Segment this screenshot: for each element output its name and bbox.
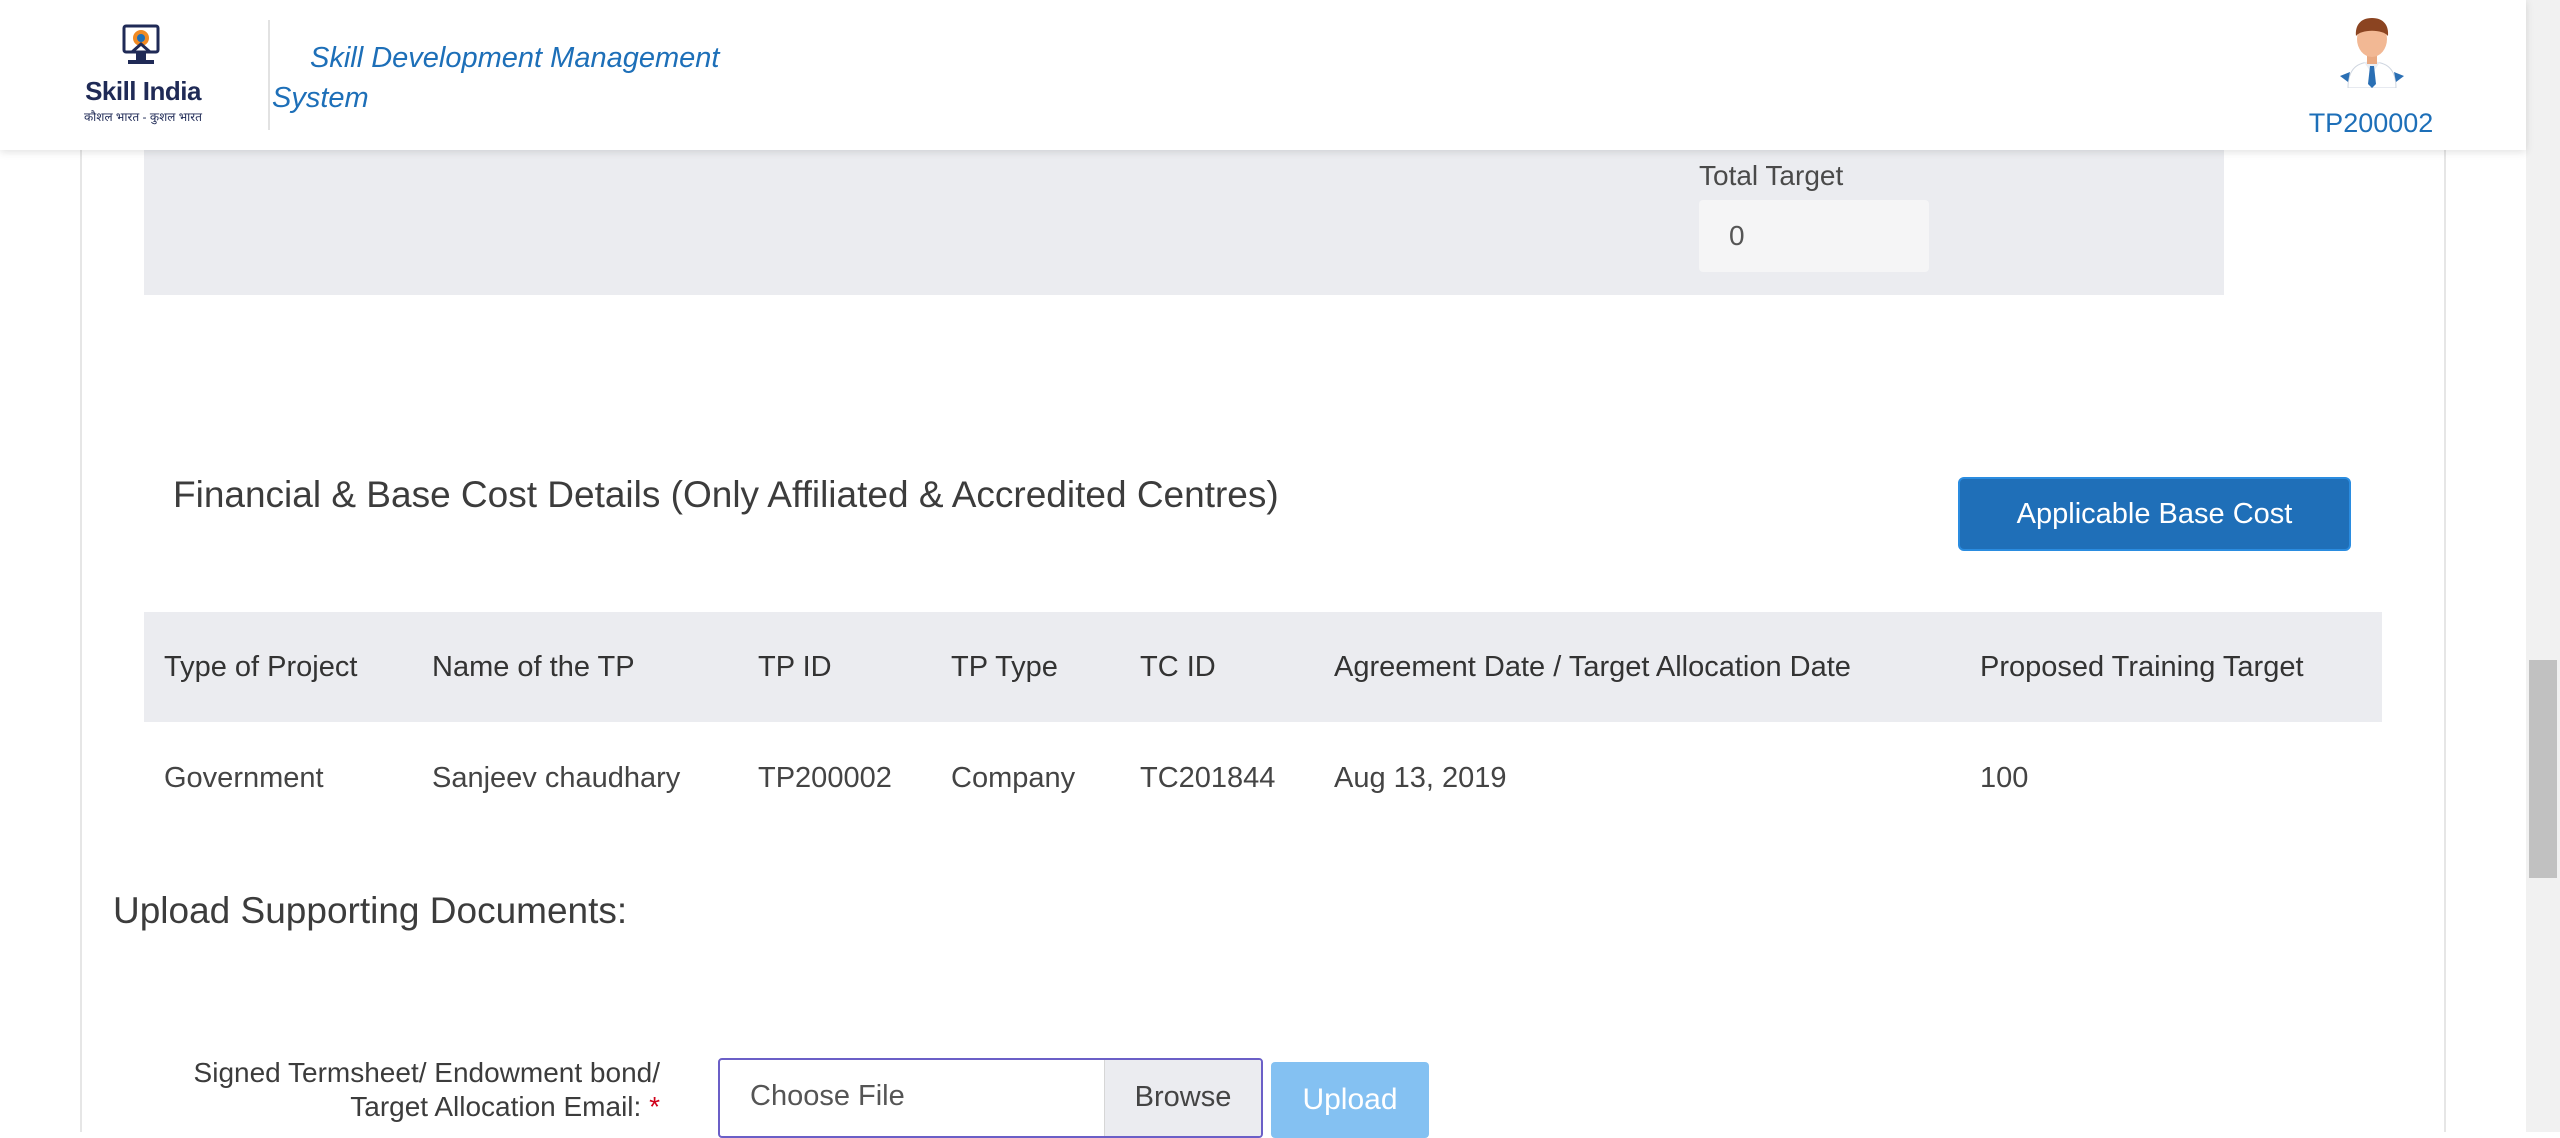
file-placeholder-text: Choose File: [750, 1080, 905, 1112]
file-chooser-input[interactable]: Choose File Browse: [718, 1058, 1263, 1138]
column-header: Type of Project: [164, 650, 358, 683]
total-target-label: Total Target: [1699, 160, 1844, 191]
app-title: Skill Development Management System: [272, 42, 720, 114]
upload-label-line2: Target Allocation Email:: [350, 1091, 642, 1122]
column-header: Name of the TP: [432, 650, 635, 683]
skill-india-emblem-icon: [122, 24, 160, 64]
table-header-row: Type of Project Name of the TP TP ID TP …: [144, 612, 2382, 722]
total-target-panel: Total Target: [144, 150, 2224, 295]
browse-button[interactable]: Browse: [1104, 1060, 1261, 1136]
skill-india-logo[interactable]: Skill India कौशल भारत - कुशल भारत: [78, 22, 208, 126]
scrollbar-thumb[interactable]: [2529, 660, 2557, 878]
table-cell: Sanjeev chaudhary: [432, 761, 681, 794]
logo-title: Skill India: [85, 76, 201, 106]
column-header: Proposed Training Target: [1980, 650, 2304, 683]
financial-details-table: Type of Project Name of the TP TP ID TP …: [144, 612, 2382, 834]
column-header: TP Type: [951, 650, 1058, 683]
table-cell: 100: [1980, 761, 2029, 794]
upload-field-label: Signed Termsheet/ Endowment bond/ Target…: [100, 1056, 660, 1124]
upload-label-line1: Signed Termsheet/ Endowment bond/: [193, 1057, 660, 1088]
table-cell: Company: [951, 761, 1076, 794]
required-marker: *: [649, 1091, 660, 1122]
logo-tagline: कौशल भारत - कुशल भारत: [83, 110, 203, 124]
column-header: Agreement Date / Target Allocation Date: [1334, 650, 1851, 683]
total-target-input[interactable]: [1699, 200, 1929, 272]
table-cell: Government: [164, 761, 324, 794]
table-cell: TC201844: [1140, 761, 1276, 794]
vertical-scrollbar[interactable]: [2526, 0, 2560, 1132]
column-header: TC ID: [1140, 650, 1216, 683]
financial-section-title: Financial & Base Cost Details (Only Affi…: [173, 474, 1279, 515]
applicable-base-cost-button[interactable]: Applicable Base Cost: [1958, 477, 2351, 551]
table-cell: TP200002: [758, 761, 892, 794]
table-cell: Aug 13, 2019: [1334, 761, 1507, 794]
header-divider: [268, 20, 270, 130]
upload-button[interactable]: Upload: [1271, 1062, 1429, 1138]
user-id-label[interactable]: TP200002: [2290, 108, 2452, 139]
table-row: Government Sanjeev chaudhary TP200002 Co…: [144, 722, 2382, 834]
top-header: Skill India कौशल भारत - कुशल भारत Skill …: [0, 0, 2526, 150]
user-avatar-icon[interactable]: [2336, 12, 2408, 88]
upload-section-title: Upload Supporting Documents:: [113, 890, 628, 931]
column-header: TP ID: [758, 650, 832, 683]
